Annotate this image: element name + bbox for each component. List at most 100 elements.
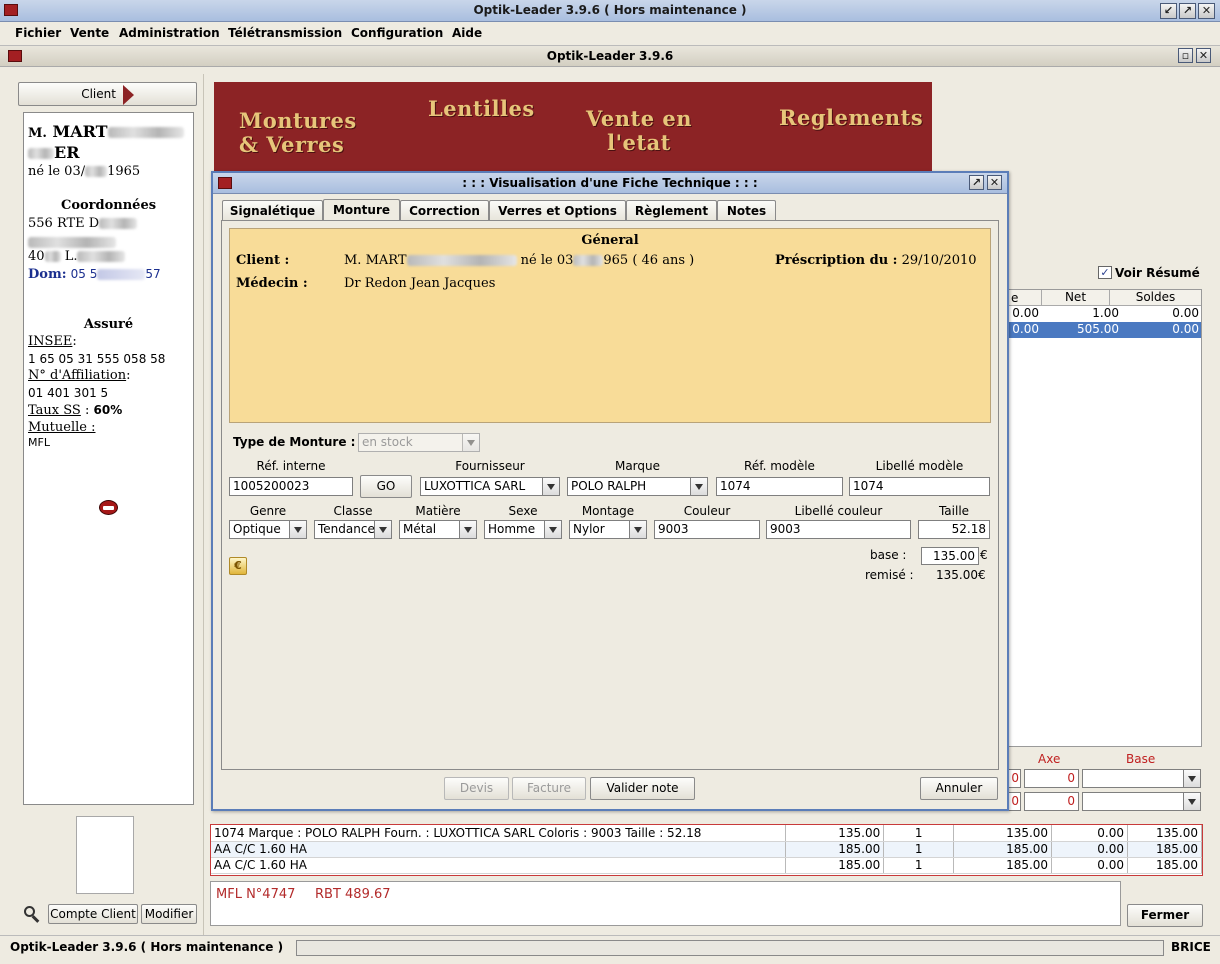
search-icon[interactable] (22, 905, 42, 923)
montage-select[interactable]: Nylor (569, 520, 647, 539)
taux-value: 60% (93, 403, 123, 417)
line-row[interactable]: 1074 Marque : POLO RALPH Fourn. : LUXOTT… (211, 825, 1202, 842)
fermer-button[interactable]: Fermer (1127, 904, 1203, 927)
genre-select[interactable]: Optique (229, 520, 307, 539)
menu-vente[interactable]: Vente (70, 26, 109, 40)
tab-notes[interactable]: Notes (717, 200, 776, 221)
base-select-2[interactable] (1082, 792, 1201, 811)
menu-administration[interactable]: Administration (119, 26, 220, 40)
client-button-label: Client (81, 87, 116, 101)
libelle-couleur-field[interactable]: 9003 (766, 520, 911, 539)
close-icon[interactable]: ✕ (1198, 3, 1215, 19)
chevron-down-icon[interactable] (544, 521, 561, 538)
dom-prefix: 05 5 (70, 267, 98, 281)
dialog-close-icon[interactable]: ✕ (987, 175, 1002, 190)
summary-row[interactable]: 0.00 1.00 0.00 (1009, 306, 1201, 322)
banner-vente[interactable]: Vente en l'etat (586, 107, 692, 155)
name-part1: MART (52, 122, 108, 141)
chevron-down-icon[interactable] (462, 434, 479, 451)
banner-montures[interactable]: Montures & Verres (239, 109, 357, 157)
libelle-modele-label: Libellé modèle (875, 459, 964, 473)
marque-select[interactable]: POLO RALPH (567, 477, 708, 496)
tab-correction[interactable]: Correction (400, 200, 489, 221)
base-select-1[interactable] (1082, 769, 1201, 788)
menu-fichier[interactable]: Fichier (15, 26, 61, 40)
couleur-field[interactable]: 9003 (654, 520, 760, 539)
line-cell-net: 185.00 (1127, 841, 1202, 858)
chevron-down-icon[interactable] (1183, 793, 1200, 810)
chevron-down-icon[interactable] (629, 521, 646, 538)
line-cell-remise: 0.00 (1051, 841, 1128, 858)
summary-col-e: e (1011, 291, 1019, 305)
euro-icon[interactable]: € (229, 557, 247, 575)
note-mfl: MFL N°4747 (216, 887, 296, 902)
devis-button[interactable]: Devis (444, 777, 509, 800)
menu-teletransmission[interactable]: Télétransmission (228, 26, 342, 40)
type-monture-select[interactable]: en stock (358, 433, 480, 452)
tab-signaletique[interactable]: Signalétique (222, 200, 323, 221)
axe-field-2[interactable]: 0 (1024, 792, 1079, 811)
client-born: né le 03 (520, 253, 574, 268)
tab-verres-options[interactable]: Verres et Options (489, 200, 626, 221)
banner-reglements[interactable]: Reglements (779, 106, 923, 130)
general-title: Géneral (581, 233, 639, 248)
address-line3: 40 L. (28, 249, 126, 264)
client-button[interactable]: Client (18, 82, 197, 106)
taille-field[interactable]: 52.18 (918, 520, 990, 539)
row1-prefix-field[interactable]: 0 (1008, 769, 1021, 788)
summary-cell: 0.00 (1012, 322, 1039, 336)
classe-select[interactable]: Tendance (314, 520, 392, 539)
banner-lentilles[interactable]: Lentilles (428, 97, 535, 121)
dialog-maximize-icon[interactable]: ↗ (969, 175, 984, 190)
coord-title: Coordonnées (60, 198, 157, 213)
axe-field-1[interactable]: 0 (1024, 769, 1079, 788)
ref-modele-field[interactable]: 1074 (716, 477, 843, 496)
tab-monture[interactable]: Monture (323, 199, 400, 221)
go-button[interactable]: GO (360, 475, 412, 498)
annuler-button[interactable]: Annuler (920, 777, 998, 800)
modifier-button[interactable]: Modifier (141, 904, 197, 924)
line-row[interactable]: AA C/C 1.60 HA 185.00 1 185.00 0.00 185.00 (211, 857, 1202, 874)
app-title-bar: Optik-Leader 3.9.6 ( Hors maintenance ) … (0, 0, 1220, 22)
base-price-label: base : (870, 548, 907, 562)
address-line2 (28, 235, 116, 249)
client-value: M. MART né le 03 965 ( 46 ans ) (344, 253, 694, 268)
matiere-select[interactable]: Métal (399, 520, 477, 539)
maximize-icon[interactable]: ↗ (1179, 3, 1196, 19)
tab-reglement[interactable]: Règlement (626, 200, 717, 221)
summary-row-selected[interactable]: 0.00 505.00 0.00 (1009, 322, 1201, 338)
menu-aide[interactable]: Aide (452, 26, 482, 40)
sexe-select[interactable]: Homme (484, 520, 562, 539)
line-cell-remise: 0.00 (1051, 825, 1128, 842)
chevron-down-icon[interactable] (690, 478, 707, 495)
address1: 556 RTE D (28, 216, 100, 231)
facture-button[interactable]: Facture (512, 777, 586, 800)
chevron-down-icon[interactable] (289, 521, 306, 538)
mutuelle-label-text: Mutuelle : (28, 420, 96, 435)
row2-prefix-field[interactable]: 0 (1008, 792, 1021, 811)
base-price-field[interactable]: 135.00 (921, 547, 979, 565)
line-row[interactable]: AA C/C 1.60 HA 185.00 1 185.00 0.00 185.00 (211, 841, 1202, 858)
chevron-down-icon[interactable] (1183, 770, 1200, 787)
chevron-down-icon[interactable] (542, 478, 559, 495)
marque-label: Marque (614, 459, 661, 473)
minimize-icon[interactable]: ↙ (1160, 3, 1177, 19)
frame-close-icon[interactable]: ✕ (1196, 48, 1211, 63)
type-monture-label: Type de Monture : (233, 435, 356, 449)
ref-interne-field[interactable]: 1005200023 (229, 477, 353, 496)
note-area[interactable]: MFL N°4747 RBT 489.67 (210, 881, 1121, 926)
chevron-down-icon[interactable] (374, 521, 391, 538)
compte-client-button[interactable]: Compte Client (48, 904, 138, 924)
fournisseur-select[interactable]: LUXOTTICA SARL (420, 477, 560, 496)
remise-label: remisé : (865, 568, 914, 582)
voir-resume-checkbox[interactable]: ✓ (1098, 266, 1112, 279)
affiliation-label: N° d'Affiliation: (28, 368, 131, 383)
restore-icon[interactable]: ▫ (1178, 48, 1193, 63)
menu-configuration[interactable]: Configuration (351, 26, 443, 40)
line-cell-net: 185.00 (1127, 857, 1202, 874)
status-text: Optik-Leader 3.9.6 ( Hors maintenance ) (10, 940, 284, 954)
chevron-down-icon[interactable] (459, 521, 476, 538)
client-age: 965 ( 46 ans ) (603, 253, 695, 268)
libelle-modele-field[interactable]: 1074 (849, 477, 990, 496)
valider-note-button[interactable]: Valider note (590, 777, 695, 800)
